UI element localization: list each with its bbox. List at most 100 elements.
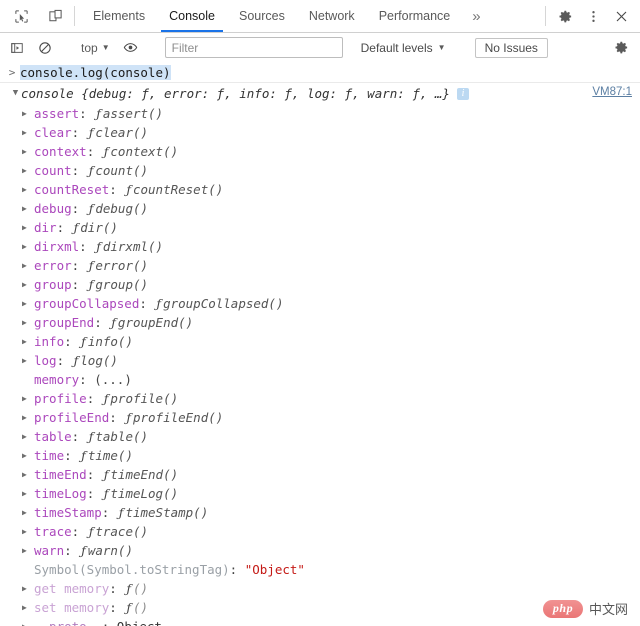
property-colon: : bbox=[109, 182, 125, 197]
property-row[interactable]: ▶ error: ƒ error() bbox=[0, 256, 640, 275]
expand-triangle-icon[interactable]: ▶ bbox=[22, 470, 34, 479]
expand-triangle-icon[interactable]: ▶ bbox=[22, 299, 34, 308]
property-row[interactable]: ▶ group: ƒ group() bbox=[0, 275, 640, 294]
expand-triangle-icon[interactable]: ▶ bbox=[22, 527, 34, 536]
property-row[interactable]: ▶ warn: ƒ warn() bbox=[0, 541, 640, 560]
property-row[interactable]: ▶ profile: ƒ profile() bbox=[0, 389, 640, 408]
property-row[interactable]: ▶ get memory: ƒ() bbox=[0, 579, 640, 598]
property-row[interactable]: Symbol(Symbol.toStringTag): "Object" bbox=[0, 560, 640, 579]
property-row[interactable]: ▶ groupCollapsed: ƒ groupCollapsed() bbox=[0, 294, 640, 313]
property-value: context() bbox=[110, 144, 179, 159]
expand-triangle-icon[interactable]: ▶ bbox=[22, 147, 34, 156]
property-colon: : bbox=[101, 505, 117, 520]
kebab-menu-icon[interactable] bbox=[580, 3, 606, 29]
property-row[interactable]: ▶ profileEnd: ƒ profileEnd() bbox=[0, 408, 640, 427]
property-row[interactable]: ▶ time: ƒ time() bbox=[0, 446, 640, 465]
expand-triangle-icon[interactable]: ▶ bbox=[22, 508, 34, 517]
expand-triangle-icon[interactable]: ▶ bbox=[22, 109, 34, 118]
tab-performance[interactable]: Performance bbox=[367, 0, 463, 32]
clear-console-icon[interactable] bbox=[32, 35, 58, 61]
device-toolbar-icon[interactable] bbox=[42, 3, 68, 29]
property-row[interactable]: ▶ timeLog: ƒ timeLog() bbox=[0, 484, 640, 503]
expand-triangle-icon[interactable]: ▶ bbox=[22, 394, 34, 403]
console-input-text[interactable]: console.log(console) bbox=[20, 64, 171, 80]
expand-triangle-icon[interactable]: ▶ bbox=[22, 546, 34, 555]
property-row[interactable]: memory: (...) bbox=[0, 370, 640, 389]
function-glyph-icon: ƒ bbox=[126, 581, 131, 596]
expand-triangle-icon[interactable]: ▶ bbox=[22, 413, 34, 422]
expand-triangle-icon[interactable]: ▶ bbox=[22, 584, 34, 593]
property-value: () bbox=[132, 600, 149, 615]
property-key: warn bbox=[34, 543, 65, 558]
expand-triangle-icon[interactable]: ▶ bbox=[22, 204, 34, 213]
property-row[interactable]: ▶ clear: ƒ clear() bbox=[0, 123, 640, 142]
property-row[interactable]: ▶ countReset: ƒ countReset() bbox=[0, 180, 640, 199]
property-row[interactable]: ▶ count: ƒ count() bbox=[0, 161, 640, 180]
console-output-area[interactable]: > console.log(console) ▼ console {debug:… bbox=[0, 62, 640, 626]
expand-triangle-icon[interactable]: ▶ bbox=[22, 489, 34, 498]
property-key: get memory bbox=[34, 581, 110, 596]
function-glyph-icon: ƒ bbox=[118, 505, 124, 520]
source-location-link[interactable]: VM87:1 bbox=[592, 86, 632, 98]
info-icon[interactable]: i bbox=[456, 87, 469, 100]
property-row[interactable]: ▶ assert: ƒ assert() bbox=[0, 104, 640, 123]
property-row[interactable]: ▶ dir: ƒ dir() bbox=[0, 218, 640, 237]
row-indent-spacer bbox=[22, 566, 34, 574]
expand-triangle-icon[interactable]: ▶ bbox=[22, 166, 34, 175]
execution-context-selector[interactable]: top ▼ bbox=[75, 38, 116, 58]
property-row[interactable]: ▶ info: ƒ info() bbox=[0, 332, 640, 351]
property-row[interactable]: ▶ context: ƒ context() bbox=[0, 142, 640, 161]
inspect-cursor-icon[interactable] bbox=[8, 3, 34, 29]
property-key: timeStamp bbox=[34, 505, 102, 520]
expand-triangle-icon[interactable]: ▶ bbox=[22, 432, 34, 441]
function-glyph-icon: ƒ bbox=[73, 220, 79, 235]
expand-triangle-icon[interactable]: ▶ bbox=[22, 223, 34, 232]
property-row[interactable]: ▶ debug: ƒ debug() bbox=[0, 199, 640, 218]
php-logo: php bbox=[542, 599, 583, 618]
close-icon[interactable] bbox=[608, 3, 634, 29]
log-levels-selector[interactable]: Default levels ▼ bbox=[355, 38, 452, 58]
tab-sources[interactable]: Sources bbox=[227, 0, 297, 32]
expand-triangle-icon[interactable]: ▶ bbox=[22, 185, 34, 194]
tab-console[interactable]: Console bbox=[157, 0, 227, 32]
property-row[interactable]: ▶ table: ƒ table() bbox=[0, 427, 640, 446]
console-object-header[interactable]: ▼ console {debug: ƒ, error: ƒ, info: ƒ, … bbox=[0, 83, 640, 104]
issues-button[interactable]: No Issues bbox=[474, 37, 548, 58]
expand-triangle-icon[interactable]: ▶ bbox=[22, 451, 34, 460]
property-value: table() bbox=[95, 429, 149, 444]
expand-triangle-icon[interactable]: ▶ bbox=[22, 622, 34, 626]
property-value: Object bbox=[117, 619, 162, 626]
expand-triangle-icon[interactable]: ▼ bbox=[10, 89, 21, 98]
expand-triangle-icon[interactable]: ▶ bbox=[22, 603, 34, 612]
expand-triangle-icon[interactable]: ▶ bbox=[22, 318, 34, 327]
expand-triangle-icon[interactable]: ▶ bbox=[22, 280, 34, 289]
property-colon: : bbox=[79, 106, 95, 121]
property-row[interactable]: ▶ groupEnd: ƒ groupEnd() bbox=[0, 313, 640, 332]
filter-input[interactable] bbox=[164, 37, 343, 58]
expand-triangle-icon[interactable]: ▶ bbox=[22, 337, 34, 346]
property-key: clear bbox=[34, 125, 72, 140]
expand-triangle-icon[interactable]: ▶ bbox=[22, 261, 34, 270]
property-row[interactable]: ▶ trace: ƒ trace() bbox=[0, 522, 640, 541]
live-expression-icon[interactable] bbox=[118, 35, 144, 61]
tab-elements[interactable]: Elements bbox=[81, 0, 157, 32]
property-colon: : bbox=[71, 125, 87, 140]
console-sidebar-icon[interactable] bbox=[4, 35, 30, 61]
expand-triangle-icon[interactable]: ▶ bbox=[22, 128, 34, 137]
expand-triangle-icon[interactable]: ▶ bbox=[22, 356, 34, 365]
function-glyph-icon: ƒ bbox=[156, 296, 162, 311]
function-glyph-icon: ƒ bbox=[73, 353, 79, 368]
property-row[interactable]: ▶__proto__: Object bbox=[0, 617, 640, 626]
property-colon: : bbox=[86, 467, 102, 482]
tab-network[interactable]: Network bbox=[297, 0, 367, 32]
property-key: set memory bbox=[34, 600, 110, 615]
console-settings-gear-icon[interactable] bbox=[608, 35, 634, 61]
more-tabs-chevron-icon[interactable]: » bbox=[462, 0, 490, 32]
property-row[interactable]: ▶ timeStamp: ƒ timeStamp() bbox=[0, 503, 640, 522]
property-key: table bbox=[34, 429, 72, 444]
property-row[interactable]: ▶ timeEnd: ƒ timeEnd() bbox=[0, 465, 640, 484]
gear-icon[interactable] bbox=[552, 3, 578, 29]
property-row[interactable]: ▶ log: ƒ log() bbox=[0, 351, 640, 370]
property-row[interactable]: ▶ dirxml: ƒ dirxml() bbox=[0, 237, 640, 256]
expand-triangle-icon[interactable]: ▶ bbox=[22, 242, 34, 251]
